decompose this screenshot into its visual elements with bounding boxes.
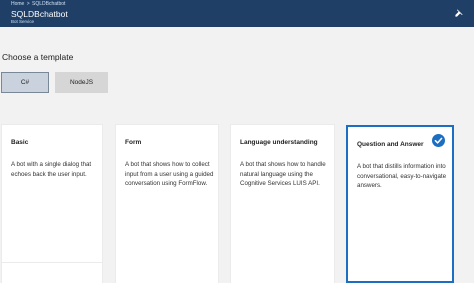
breadcrumb: Home > SQLDBchatbot xyxy=(11,1,65,7)
template-description: A bot that distills information into con… xyxy=(357,163,447,189)
template-card-basic[interactable]: Basic A bot with a single dialog that ec… xyxy=(2,125,102,283)
template-card-partial[interactable] xyxy=(2,263,102,283)
template-card-question-and-answer[interactable]: Question and Answer A bot that distills … xyxy=(346,125,454,283)
template-chooser: Choose a template C# NodeJS Basic A bot … xyxy=(0,27,474,283)
template-title: Language understanding xyxy=(240,139,318,146)
template-card-form[interactable]: Form A bot that shows how to collect inp… xyxy=(116,125,218,283)
breadcrumb-home[interactable]: Home xyxy=(11,1,24,7)
template-title: Form xyxy=(125,139,142,146)
section-heading: Choose a template xyxy=(2,52,74,62)
check-circle-icon xyxy=(432,134,445,147)
app-header: Home > SQLDBchatbot SQLDBchatbot Bot Ser… xyxy=(0,0,474,27)
template-description: A bot that shows how to handle natural l… xyxy=(240,161,326,187)
template-description: A bot with a single dialog that echoes b… xyxy=(11,161,92,178)
template-card-language-understanding[interactable]: Language understanding A bot that shows … xyxy=(231,125,334,283)
template-title: Basic xyxy=(11,139,29,146)
page-subtitle: Bot Service xyxy=(11,19,35,24)
breadcrumb-separator: > xyxy=(26,1,30,7)
breadcrumb-current[interactable]: SQLDBchatbot xyxy=(32,1,65,7)
language-button-nodejs[interactable]: NodeJS xyxy=(55,72,108,93)
template-title: Question and Answer xyxy=(357,141,424,148)
pin-icon[interactable] xyxy=(454,8,464,18)
template-description: A bot that shows how to collect input fr… xyxy=(125,161,214,187)
language-button-csharp[interactable]: C# xyxy=(1,72,49,93)
page-title: SQLDBchatbot xyxy=(11,9,68,19)
